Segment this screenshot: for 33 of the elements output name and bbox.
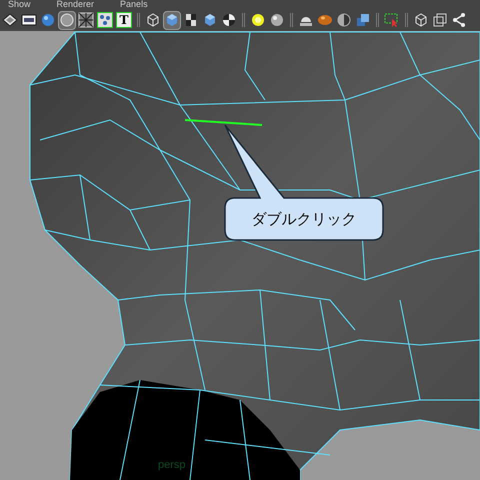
toolbar-button[interactable]: [431, 10, 449, 30]
toolbar-button[interactable]: [163, 10, 181, 30]
menu-item[interactable]: Renderer: [56, 0, 94, 9]
squares-icon: [432, 12, 448, 28]
film-icon: [21, 12, 37, 28]
circle-icon: [59, 12, 75, 28]
camera-label: persp: [158, 458, 186, 473]
sphere-icon: [40, 12, 56, 28]
toolbar-button[interactable]: [77, 10, 95, 30]
ball-icon: [269, 12, 285, 28]
cube-icon: [202, 12, 218, 28]
light-icon: [250, 12, 266, 28]
cubes-icon: [355, 12, 371, 28]
wireframe-cube-icon: [145, 12, 161, 28]
layers-icon: [2, 12, 18, 28]
toolbar-button[interactable]: [96, 10, 114, 30]
toolbar-button[interactable]: [58, 10, 76, 30]
selection-cursor-icon: [384, 12, 400, 28]
callout-text: ダブルクリック: [250, 208, 358, 230]
ball-icon: [317, 12, 333, 28]
cube-icon: [164, 12, 180, 28]
half-sphere-icon: [336, 12, 352, 28]
checker-cube-icon: [183, 12, 199, 28]
menu-item[interactable]: Show: [8, 0, 31, 9]
toolbar-button[interactable]: [450, 10, 468, 30]
wireframe-cube-icon: [413, 12, 429, 28]
viewport[interactable]: ダブルクリック persp: [0, 31, 480, 480]
checker-ball-icon: [221, 12, 237, 28]
menu-item[interactable]: Panels: [120, 0, 148, 9]
grid-icon: [78, 12, 94, 28]
dots-icon: [97, 12, 113, 28]
share-icon: [451, 12, 467, 28]
toolbar-button[interactable]: [1, 10, 19, 30]
